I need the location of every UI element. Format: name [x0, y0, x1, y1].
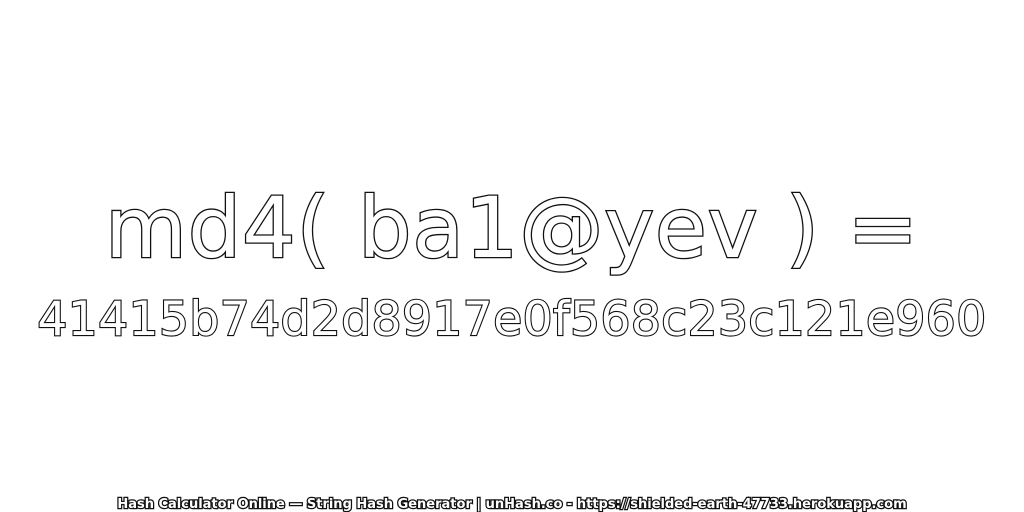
- hash-expression: md4( ba1@yev ) =: [104, 178, 920, 279]
- site-footer: Hash Calculator Online — String Hash Gen…: [116, 496, 908, 512]
- hash-result: 41415b74d2d8917e0f568c23c121e960: [36, 291, 987, 348]
- hash-banner: md4( ba1@yev ) = 41415b74d2d8917e0f568c2…: [0, 0, 1024, 512]
